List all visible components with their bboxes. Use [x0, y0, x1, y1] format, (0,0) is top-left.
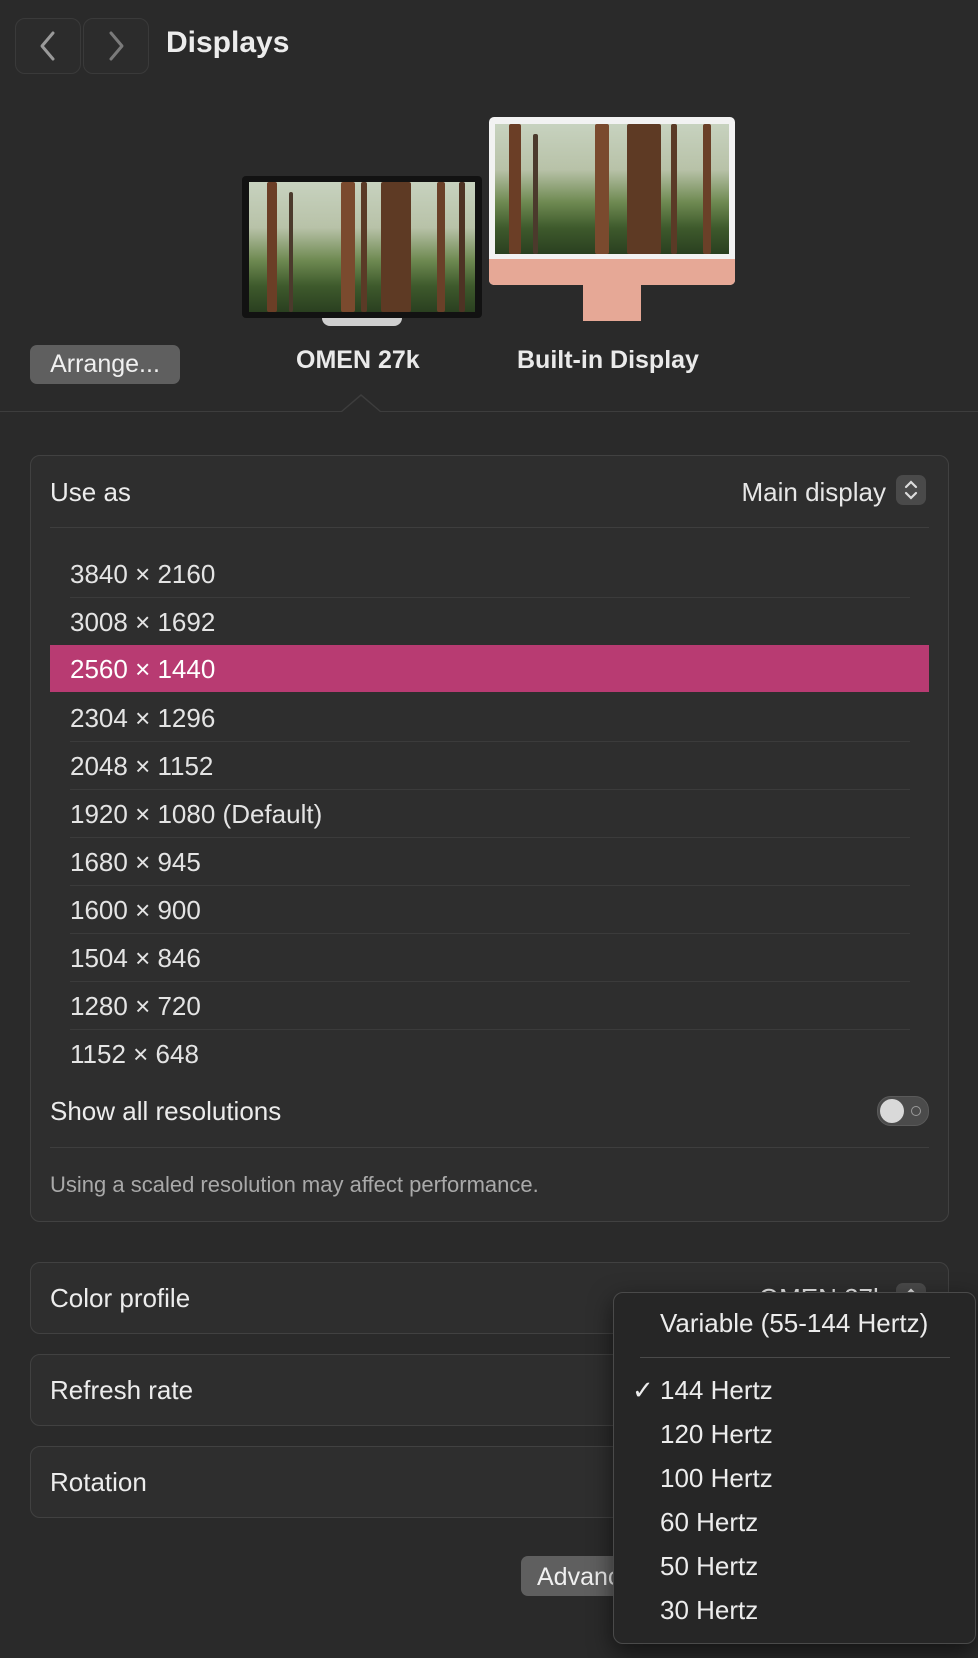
wallpaper-image	[495, 124, 729, 254]
page-title: Displays	[166, 26, 290, 59]
menu-item-120hz[interactable]: 120 Hertz	[660, 1419, 773, 1450]
resolution-option[interactable]: 1920 × 1080 (Default)	[50, 790, 929, 837]
resolution-panel: Use as Main display 3840 × 2160 3008 × 1…	[30, 455, 949, 1222]
arrange-button[interactable]: Arrange...	[30, 345, 180, 384]
use-as-label: Use as	[50, 477, 131, 507]
menu-item-50hz[interactable]: 50 Hertz	[660, 1551, 758, 1582]
checkmark-icon: ✓	[632, 1375, 654, 1405]
forward-button[interactable]	[83, 18, 149, 74]
back-button[interactable]	[15, 18, 81, 74]
divider	[50, 1147, 929, 1148]
resolution-option[interactable]: 2048 × 1152	[50, 742, 929, 789]
divider	[50, 527, 929, 528]
display-label-built-in[interactable]: Built-in Display	[517, 346, 699, 375]
menu-separator	[640, 1357, 950, 1358]
color-profile-label: Color profile	[50, 1283, 191, 1313]
menu-item-144hz[interactable]: 144 Hertz	[660, 1375, 773, 1406]
menu-item-100hz[interactable]: 100 Hertz	[660, 1463, 773, 1494]
menu-item-30hz[interactable]: 30 Hertz	[660, 1595, 758, 1626]
refresh-rate-menu: Variable (55-144 Hertz) ✓ 144 Hertz 120 …	[613, 1292, 976, 1644]
refresh-rate-label: Refresh rate	[50, 1375, 194, 1405]
imac-chin	[489, 259, 735, 285]
updown-chevron-icon	[896, 475, 926, 505]
chevron-right-icon	[109, 31, 124, 61]
use-as-value: Main display	[741, 477, 886, 507]
display-label-omen[interactable]: OMEN 27k	[296, 346, 420, 375]
rotation-label: Rotation	[50, 1467, 147, 1497]
resolution-option[interactable]: 1680 × 945	[50, 838, 929, 885]
monitor-stand	[322, 318, 402, 326]
performance-note: Using a scaled resolution may affect per…	[50, 1172, 539, 1197]
chevron-left-icon	[40, 31, 55, 61]
resolution-option[interactable]: 3008 × 1692	[50, 598, 929, 645]
wallpaper-image	[249, 182, 475, 312]
show-all-resolutions-label: Show all resolutions	[50, 1096, 282, 1126]
resolution-option[interactable]: 1504 × 846	[50, 934, 929, 981]
resolution-option-selected[interactable]: 2560 × 1440	[50, 645, 929, 692]
resolution-option[interactable]: 1152 × 648	[50, 1030, 929, 1077]
section-divider	[0, 411, 978, 412]
resolution-option[interactable]: 1280 × 720	[50, 982, 929, 1029]
menu-item-60hz[interactable]: 60 Hertz	[660, 1507, 758, 1538]
menu-item-variable[interactable]: Variable (55-144 Hertz)	[660, 1308, 928, 1339]
resolution-option[interactable]: 2304 × 1296	[50, 694, 929, 741]
resolution-option[interactable]: 3840 × 2160	[50, 550, 929, 597]
resolution-option[interactable]: 1600 × 900	[50, 886, 929, 933]
show-all-resolutions-toggle[interactable]	[877, 1096, 929, 1126]
imac-stand	[583, 285, 641, 321]
